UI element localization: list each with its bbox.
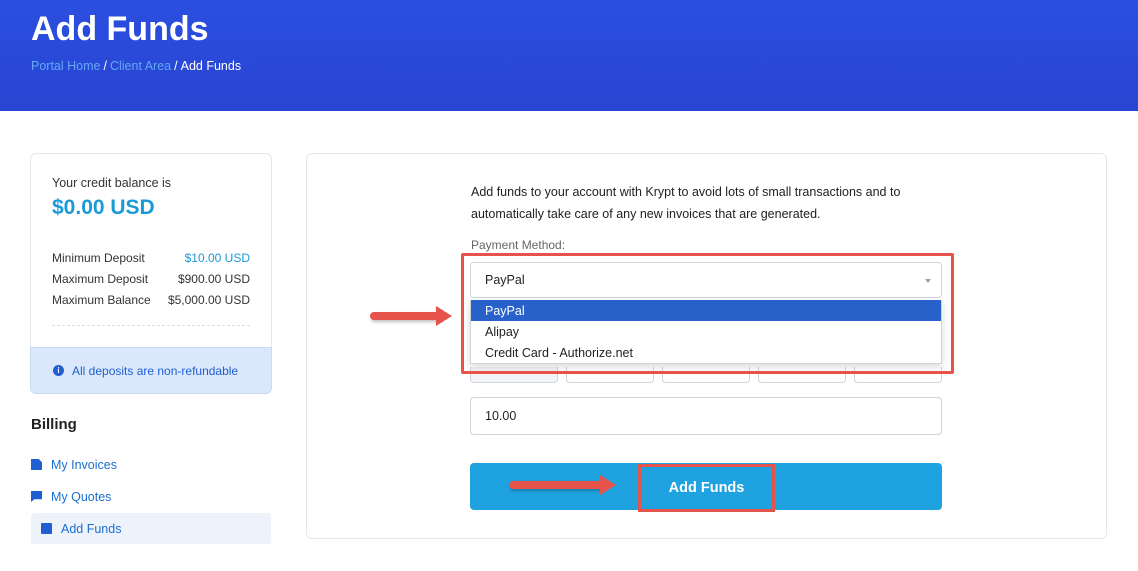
limit-label: Maximum Deposit [52,272,149,286]
info-icon: i [53,365,64,376]
divider [52,325,250,326]
limit-row: Maximum Balance $5,000.00 USD [52,293,250,314]
breadcrumb-current: Add Funds [180,59,242,73]
breadcrumb-separator: / [174,59,178,73]
notice-text: All deposits are non-refundable [72,363,239,378]
sidebar-item-add-funds[interactable]: Add Funds [31,513,271,544]
credit-balance-amount: $0.00 USD [52,196,155,219]
annotation-arrow-icon [370,306,452,326]
annotation-arrow-icon [509,475,616,495]
billing-heading: Billing [31,416,77,433]
intro-text: Add funds to your account with Krypt to … [471,185,901,221]
sidebar-item-my-invoices[interactable]: My Invoices [31,449,271,480]
funds-icon [41,523,52,534]
breadcrumb-client-area[interactable]: Client Area [110,59,171,73]
limit-row: Minimum Deposit $10.00 USD [52,251,250,272]
credit-balance-panel: Your credit balance is $0.00 USD Minimum… [30,153,272,394]
breadcrumb: Portal Home / Client Area / Add Funds [31,59,241,73]
limit-value: $5,000.00 USD [167,293,250,307]
payment-method-label: Payment Method: [471,238,566,252]
page-title: Add Funds [31,10,209,48]
limit-label: Minimum Deposit [52,251,145,265]
deposit-limits: Minimum Deposit $10.00 USD Maximum Depos… [52,251,250,314]
limit-label: Maximum Balance [52,293,151,307]
credit-balance-label: Your credit balance is [52,176,172,190]
amount-input[interactable]: 10.00 [470,397,942,435]
limit-value: $900.00 USD [177,272,250,286]
sidebar-item-label: Add Funds [61,521,122,536]
non-refundable-notice: i All deposits are non-refundable [30,347,272,394]
limit-value: $10.00 USD [184,251,250,265]
sidebar-item-label: My Invoices [51,457,117,472]
annotation-highlight-box [461,253,954,374]
page-header: Add Funds Portal Home / Client Area / Add Fu… [0,0,1138,111]
chat-icon [31,491,42,502]
sidebar-item-my-quotes[interactable]: My Quotes [31,481,271,512]
sidebar-item-label: My Quotes [51,489,112,504]
document-icon [31,459,42,470]
add-funds-button-label[interactable]: Add Funds [638,464,775,512]
breadcrumb-portal-home[interactable]: Portal Home [31,59,100,73]
breadcrumb-separator: / [103,59,107,73]
limit-row: Maximum Deposit $900.00 USD [52,272,250,293]
